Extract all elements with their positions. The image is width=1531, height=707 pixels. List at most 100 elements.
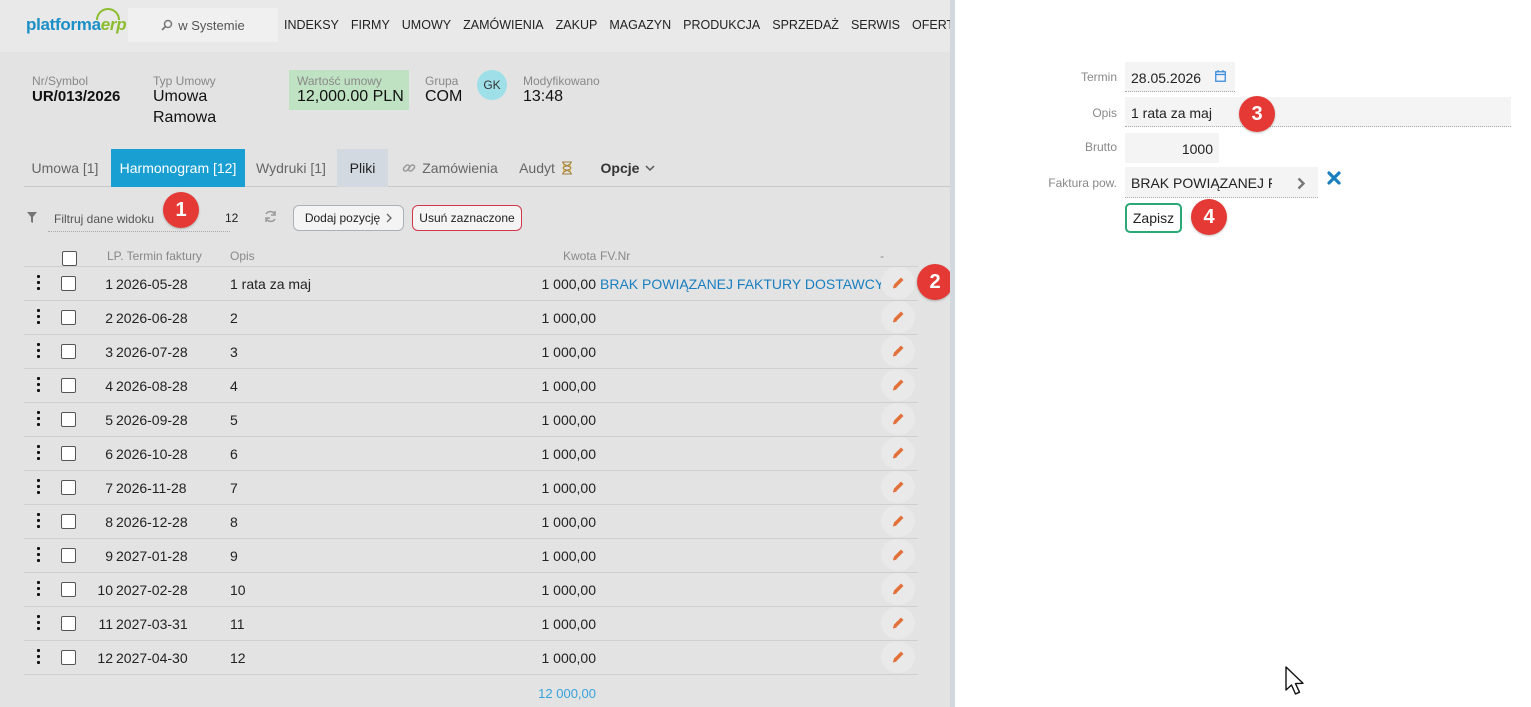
edit-row-button[interactable]	[881, 607, 915, 639]
avatar[interactable]: GK	[477, 70, 507, 100]
faktura-value: BRAK POWIĄZANEJ FA	[1131, 175, 1272, 191]
nav-item-9[interactable]: OFERTY	[912, 18, 950, 32]
row-lp: 2	[105, 310, 113, 326]
table-row[interactable]: 6 2026-10-28 6 1 000,00	[24, 437, 918, 471]
filter-input[interactable]: Filtruj dane widoku	[48, 206, 230, 232]
nav-item-4[interactable]: ZAKUP	[556, 18, 598, 32]
row-opis: 8	[230, 514, 238, 530]
row-menu-icon[interactable]	[37, 581, 41, 597]
row-opis: 6	[230, 446, 238, 462]
table-row[interactable]: 12 2027-04-30 12 1 000,00	[24, 641, 918, 675]
row-checkbox[interactable]	[61, 480, 76, 495]
row-kwota: 1 000,00	[541, 548, 597, 564]
calendar-icon[interactable]	[1215, 70, 1226, 82]
edit-row-button[interactable]	[881, 301, 915, 333]
delete-selected-button[interactable]: Usuń zaznaczone	[412, 205, 522, 231]
nav-item-2[interactable]: UMOWY	[402, 18, 451, 32]
row-menu-icon[interactable]	[37, 309, 41, 325]
options-menu[interactable]: Opcje	[596, 149, 660, 187]
step-badge-4: 4	[1191, 199, 1227, 235]
row-menu-icon[interactable]	[37, 513, 41, 529]
save-button[interactable]: Zapisz	[1125, 203, 1182, 233]
table-row[interactable]: 4 2026-08-28 4 1 000,00	[24, 369, 918, 403]
nav-item-7[interactable]: SPRZEDAŻ	[772, 18, 839, 32]
panel-divider[interactable]	[950, 0, 955, 707]
symbol-label: Nr/Symbol	[32, 74, 89, 88]
table-row[interactable]: 11 2027-03-31 11 1 000,00	[24, 607, 918, 641]
row-checkbox[interactable]	[61, 412, 76, 427]
edit-row-button[interactable]	[881, 573, 915, 605]
row-checkbox[interactable]	[61, 276, 76, 291]
row-menu-icon[interactable]	[37, 275, 41, 291]
table-row[interactable]: 7 2026-11-28 7 1 000,00	[24, 471, 918, 505]
edit-row-button[interactable]	[881, 539, 915, 571]
table-row[interactable]: 9 2027-01-28 9 1 000,00	[24, 539, 918, 573]
add-item-button[interactable]: Dodaj pozycję	[293, 205, 404, 231]
nav-item-1[interactable]: FIRMY	[351, 18, 390, 32]
row-checkbox[interactable]	[61, 650, 76, 665]
nav-item-3[interactable]: ZAMÓWIENIA	[463, 18, 544, 32]
tab-audyt[interactable]: Audyt	[512, 149, 580, 187]
edit-row-button[interactable]	[881, 641, 915, 673]
row-menu-icon[interactable]	[37, 649, 41, 665]
row-checkbox[interactable]	[61, 582, 76, 597]
row-menu-icon[interactable]	[37, 377, 41, 393]
row-menu-icon[interactable]	[37, 615, 41, 631]
row-checkbox[interactable]	[61, 378, 76, 393]
row-checkbox[interactable]	[61, 310, 76, 325]
table-row[interactable]: 1 2026-05-28 1 rata za maj 1 000,00 BRAK POW…	[24, 267, 918, 301]
tab-wydruki[interactable]: Wydruki [1]	[251, 149, 331, 187]
main-panel: platformaerp w Systemie INDEKSY FIRMY UMOW…	[0, 0, 950, 707]
edit-row-button[interactable]	[881, 369, 915, 401]
col-header-lp-termin[interactable]: LP. Termin faktury	[107, 249, 202, 263]
row-menu-icon[interactable]	[37, 343, 41, 359]
row-menu-icon[interactable]	[37, 479, 41, 495]
edit-row-button[interactable]	[881, 267, 915, 299]
logo-arc-icon	[96, 8, 120, 20]
table-row[interactable]: 8 2026-12-28 8 1 000,00	[24, 505, 918, 539]
termin-field[interactable]: 28.05.2026	[1125, 62, 1235, 92]
total-amount: 12 000,00	[538, 686, 596, 701]
tab-umowa[interactable]: Umowa [1]	[24, 149, 106, 187]
edit-row-button[interactable]	[881, 471, 915, 503]
nav-item-5[interactable]: MAGAZYN	[609, 18, 671, 32]
opis-field[interactable]: 1 rata za maj	[1125, 97, 1511, 127]
row-menu-icon[interactable]	[37, 547, 41, 563]
edit-row-button[interactable]	[881, 437, 915, 469]
row-menu-icon[interactable]	[37, 411, 41, 427]
row-checkbox[interactable]	[61, 616, 76, 631]
row-menu-icon[interactable]	[37, 445, 41, 461]
row-checkbox[interactable]	[61, 548, 76, 563]
tab-zamowienia[interactable]: Zamówienia	[396, 149, 504, 187]
clear-icon[interactable]	[1327, 171, 1341, 185]
refresh-icon[interactable]	[264, 210, 277, 223]
col-header-kwota[interactable]: Kwota	[563, 249, 596, 263]
filter-icon	[27, 212, 37, 223]
col-header-opis[interactable]: Opis	[230, 249, 255, 263]
tab-pliki[interactable]: Pliki	[337, 149, 388, 187]
edit-row-button[interactable]	[881, 335, 915, 367]
link-icon	[402, 164, 416, 172]
tab-harmonogram[interactable]: Harmonogram [12]	[111, 149, 245, 187]
row-checkbox[interactable]	[61, 514, 76, 529]
faktura-field[interactable]: BRAK POWIĄZANEJ FA	[1125, 167, 1318, 198]
global-search[interactable]: w Systemie	[128, 8, 278, 42]
row-opis: 3	[230, 344, 238, 360]
edit-row-button[interactable]	[881, 505, 915, 537]
search-placeholder: w Systemie	[178, 17, 245, 33]
row-checkbox[interactable]	[61, 446, 76, 461]
nav-item-0[interactable]: INDEKSY	[284, 18, 339, 32]
col-header-fvnr[interactable]: FV.Nr	[600, 249, 630, 263]
table-row[interactable]: 2 2026-06-28 2 1 000,00	[24, 301, 918, 335]
step-badge-2: 2	[917, 264, 950, 300]
table-row[interactable]: 5 2026-09-28 5 1 000,00	[24, 403, 918, 437]
nav-item-8[interactable]: SERWIS	[851, 18, 900, 32]
table-row[interactable]: 10 2027-02-28 10 1 000,00	[24, 573, 918, 607]
table-row[interactable]: 3 2026-07-28 3 1 000,00	[24, 335, 918, 369]
chevron-right-icon[interactable]	[1297, 177, 1306, 190]
edit-row-button[interactable]	[881, 403, 915, 435]
row-checkbox[interactable]	[61, 344, 76, 359]
nav-item-6[interactable]: PRODUKCJA	[683, 18, 760, 32]
row-fv-link[interactable]: BRAK POWIĄZANEJ FAKTURY DOSTAWCY	[600, 276, 884, 292]
brutto-field[interactable]: 1000	[1125, 133, 1219, 163]
